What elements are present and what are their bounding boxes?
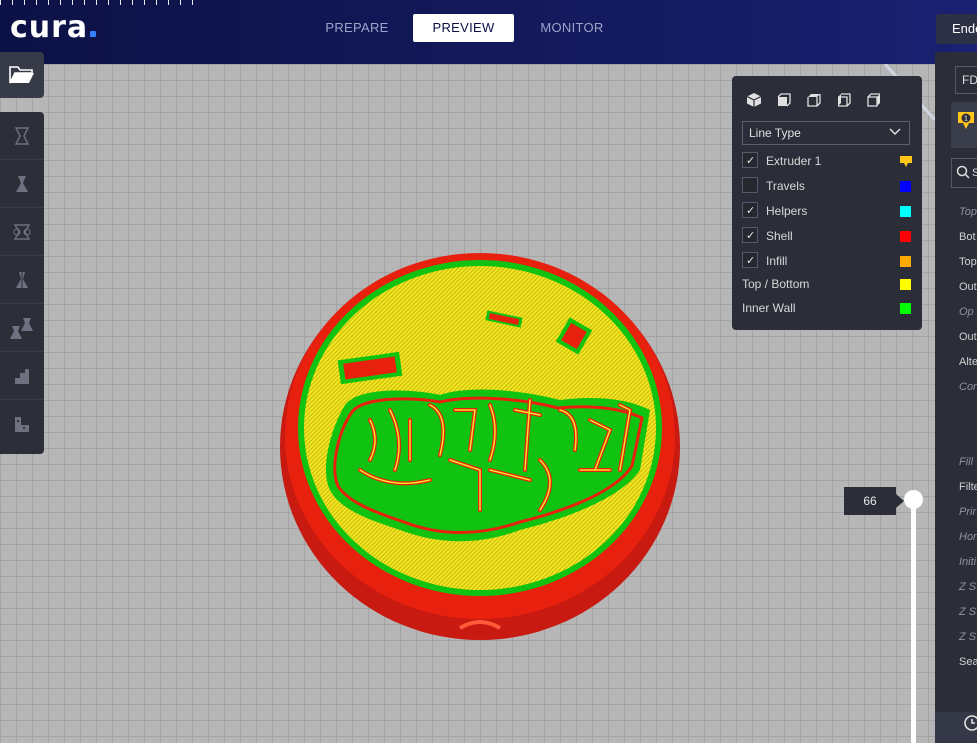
setting-row[interactable]: Z S (959, 581, 976, 593)
color-swatch (900, 279, 911, 290)
left-view-button[interactable] (834, 90, 854, 110)
setting-row[interactable]: Top (959, 206, 977, 218)
tab-prepare[interactable]: PREPARE (316, 14, 398, 42)
legend-label: Inner Wall (742, 301, 796, 315)
cura-logo: cura (10, 10, 97, 45)
setting-row[interactable]: Prir (959, 506, 976, 518)
printer-selector[interactable]: Ende (936, 14, 977, 44)
color-swatch (900, 256, 911, 267)
view-settings-panel: Line Type ✓ Extruder 1 Travels ✓ Helpers… (732, 76, 922, 330)
front-view-icon (777, 93, 791, 107)
scale-tool-button[interactable] (0, 160, 44, 208)
setting-row[interactable]: Alte (959, 356, 977, 368)
per-model-settings-button[interactable] (0, 304, 44, 352)
legend-label: Travels (766, 179, 805, 193)
layer-slider-track[interactable] (911, 500, 916, 743)
current-layer-input[interactable]: 66 (844, 487, 904, 515)
support-blocker-button[interactable] (0, 352, 44, 400)
legend-item-top-bottom: Top / Bottom (742, 274, 912, 294)
color-swatch (900, 181, 911, 192)
view-type-dropdown[interactable]: Line Type (742, 121, 910, 145)
extruder-icon (900, 156, 912, 167)
legend-label: Helpers (766, 204, 808, 218)
tab-preview[interactable]: PREVIEW (413, 14, 514, 42)
search-placeholder: S (972, 167, 977, 179)
header-bar: cura PREPARE PREVIEW MONITOR Ende (0, 0, 977, 64)
view-orientation-buttons (744, 90, 884, 110)
setting-row[interactable]: Z S (959, 631, 976, 643)
top-view-button[interactable] (804, 90, 824, 110)
setting-row[interactable]: Filte (959, 481, 977, 493)
setting-row[interactable]: Z S (959, 606, 976, 618)
check-icon: ✓ (746, 205, 756, 217)
profile-selector[interactable]: FDC (955, 66, 977, 94)
setting-row[interactable]: Op (959, 306, 974, 318)
3d-view-button[interactable] (744, 90, 764, 110)
extruder-icon: 1 (958, 112, 974, 129)
open-file-button[interactable] (0, 52, 44, 98)
setting-row[interactable]: Out (959, 331, 977, 343)
legend-item-travels: Travels (742, 176, 912, 196)
layer-view-button[interactable] (0, 400, 44, 448)
legend-label: Shell (766, 229, 793, 243)
setting-row[interactable]: Fill (959, 456, 973, 468)
color-swatch (900, 303, 911, 314)
check-icon: ✓ (746, 155, 756, 167)
left-view-icon (838, 93, 851, 107)
legend-item-inner-wall: Inner Wall (742, 298, 912, 318)
move-tool-button[interactable] (0, 112, 44, 160)
front-view-button[interactable] (774, 90, 794, 110)
scale-icon (16, 175, 28, 192)
logo-dot (90, 31, 97, 37)
setting-row[interactable]: Top (959, 256, 977, 268)
chevron-down-icon (889, 128, 901, 136)
tool-list (0, 112, 44, 454)
3d-view-icon (746, 93, 762, 107)
extruder-1-checkbox[interactable]: ✓ (742, 152, 758, 168)
layer-slider-handle[interactable] (904, 490, 923, 509)
infill-checkbox[interactable]: ✓ (742, 252, 758, 268)
legend-item-helpers: ✓ Helpers (742, 201, 912, 221)
helpers-checkbox[interactable]: ✓ (742, 202, 758, 218)
setting-row[interactable]: Initi (959, 556, 976, 568)
setting-row[interactable]: Hor (959, 531, 977, 543)
per-model-settings-icon (10, 317, 33, 339)
check-icon: ✓ (746, 230, 756, 242)
rotate-icon (13, 223, 31, 240)
search-icon (956, 165, 970, 179)
setting-row[interactable]: Bot (959, 231, 976, 243)
mirror-tool-button[interactable] (0, 256, 44, 304)
mirror-icon (16, 270, 28, 289)
move-icon (14, 126, 30, 145)
legend-item-extruder-1: ✓ Extruder 1 (742, 151, 912, 171)
right-view-icon (867, 93, 880, 107)
setting-row[interactable]: Out (959, 281, 977, 293)
setting-row[interactable]: Sea (959, 656, 977, 668)
check-icon: ✓ (746, 255, 756, 267)
setting-row[interactable]: Cor (959, 381, 977, 393)
top-view-icon (807, 94, 821, 107)
clock-icon (964, 715, 977, 731)
legend-item-shell: ✓ Shell (742, 226, 912, 246)
print-settings-panel: FDC 1 S Top Bot Top Out Op Out Alte Cor … (935, 52, 977, 743)
legend-label: Infill (766, 254, 788, 268)
color-swatch (900, 206, 911, 217)
shell-checkbox[interactable]: ✓ (742, 227, 758, 243)
header-decoration (0, 0, 200, 5)
travels-checkbox[interactable] (742, 177, 758, 193)
layer-icon (15, 417, 29, 432)
legend-label: Top / Bottom (742, 277, 810, 291)
rotate-tool-button[interactable] (0, 208, 44, 256)
extruder-number: 1 (964, 116, 968, 123)
view-type-value: Line Type (749, 126, 801, 140)
legend-label: Extruder 1 (766, 154, 822, 168)
right-view-button[interactable] (864, 90, 884, 110)
support-blocker-icon (15, 368, 29, 384)
logo-text: cura (10, 10, 89, 45)
legend-item-infill: ✓ Infill (742, 251, 912, 271)
settings-search-input[interactable]: S (951, 158, 977, 188)
folder-open-icon (9, 66, 34, 84)
tab-monitor[interactable]: MONITOR (530, 14, 614, 42)
color-swatch (900, 231, 911, 242)
